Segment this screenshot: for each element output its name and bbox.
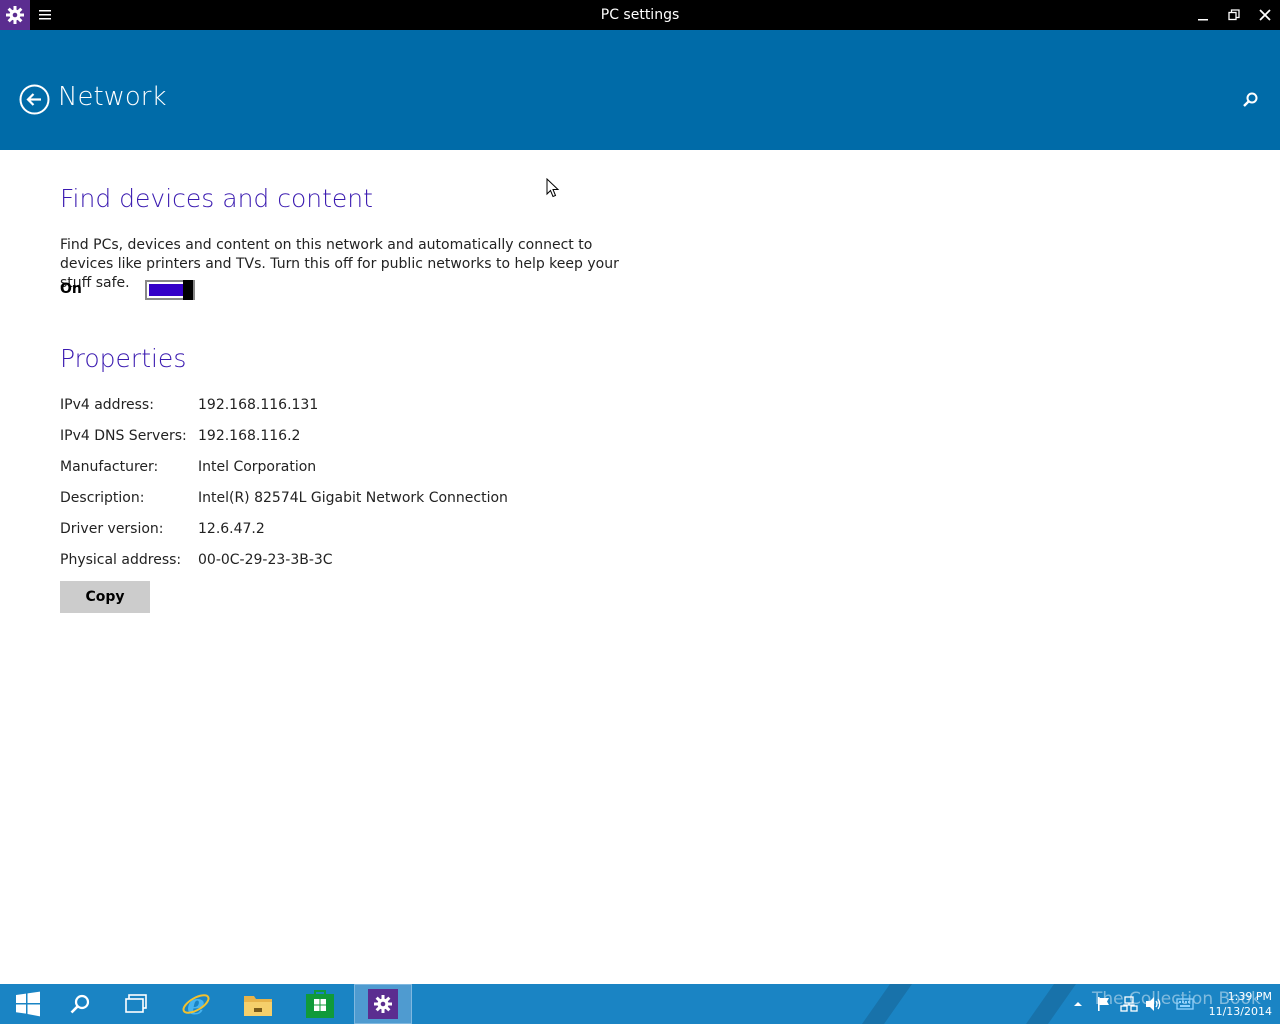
taskbar-decoration: [854, 984, 920, 1024]
internet-explorer-icon[interactable]: e: [168, 984, 224, 1024]
window-title: PC settings: [600, 7, 680, 23]
toggle-fill: [149, 284, 184, 296]
back-arrow-icon[interactable]: [19, 84, 50, 115]
file-explorer-icon[interactable]: [230, 984, 286, 1024]
title-bar: PC settings: [0, 0, 1280, 30]
ipv4-address-value: 192.168.116.131: [198, 397, 319, 413]
manufacturer-label: Manufacturer:: [60, 459, 159, 475]
keyboard-language-icon[interactable]: [1176, 984, 1194, 1024]
close-icon[interactable]: [1249, 0, 1280, 30]
ipv4-address-label: IPv4 address:: [60, 397, 154, 413]
mouse-cursor-icon: [546, 177, 560, 202]
find-devices-heading: Find devices and content: [60, 184, 373, 213]
taskbar: e The Collection Book 1:39 PM 11/13/2014: [0, 984, 1280, 1024]
toggle-thumb[interactable]: [183, 280, 193, 300]
physical-address-label: Physical address:: [60, 552, 182, 568]
find-devices-toggle[interactable]: [145, 280, 195, 300]
pc-settings-window: PC settings Network Find devices and con…: [0, 0, 1280, 1024]
driver-version-value: 12.6.47.2: [198, 521, 265, 537]
ipv4-dns-value: 192.168.116.2: [198, 428, 301, 444]
ipv4-dns-label: IPv4 DNS Servers:: [60, 428, 187, 444]
search-icon[interactable]: [52, 984, 108, 1024]
store-icon[interactable]: [292, 984, 348, 1024]
description-label: Description:: [60, 490, 145, 506]
minimize-icon[interactable]: [1187, 0, 1219, 30]
settings-app-icon[interactable]: [0, 0, 30, 30]
restore-icon[interactable]: [1218, 0, 1250, 30]
clock-time: 1:39 PM: [1227, 990, 1272, 1003]
action-center-flag-icon[interactable]: [1096, 984, 1112, 1024]
toggle-state-label: On: [60, 281, 82, 297]
svg-text:e: e: [187, 989, 205, 1019]
search-icon[interactable]: [1240, 90, 1260, 110]
taskbar-clock[interactable]: 1:39 PM 11/13/2014: [1200, 989, 1272, 1019]
physical-address-value: 00-0C-29-23-3B-3C: [198, 552, 333, 568]
start-icon[interactable]: [0, 984, 56, 1024]
page-title: Network: [58, 82, 167, 112]
description-value: Intel(R) 82574L Gigabit Network Connecti…: [198, 490, 508, 506]
settings-icon[interactable]: [354, 984, 412, 1024]
properties-heading: Properties: [60, 344, 187, 373]
copy-button[interactable]: Copy: [60, 581, 150, 613]
show-hidden-icons-icon[interactable]: [1072, 984, 1084, 1024]
task-view-icon[interactable]: [108, 984, 164, 1024]
page-header: Network: [0, 30, 1280, 150]
manufacturer-value: Intel Corporation: [198, 459, 317, 475]
driver-version-label: Driver version:: [60, 521, 164, 537]
network-icon[interactable]: [1120, 984, 1138, 1024]
volume-icon[interactable]: [1145, 984, 1163, 1024]
hamburger-menu-icon[interactable]: [36, 6, 54, 24]
clock-date: 11/13/2014: [1208, 1005, 1272, 1018]
